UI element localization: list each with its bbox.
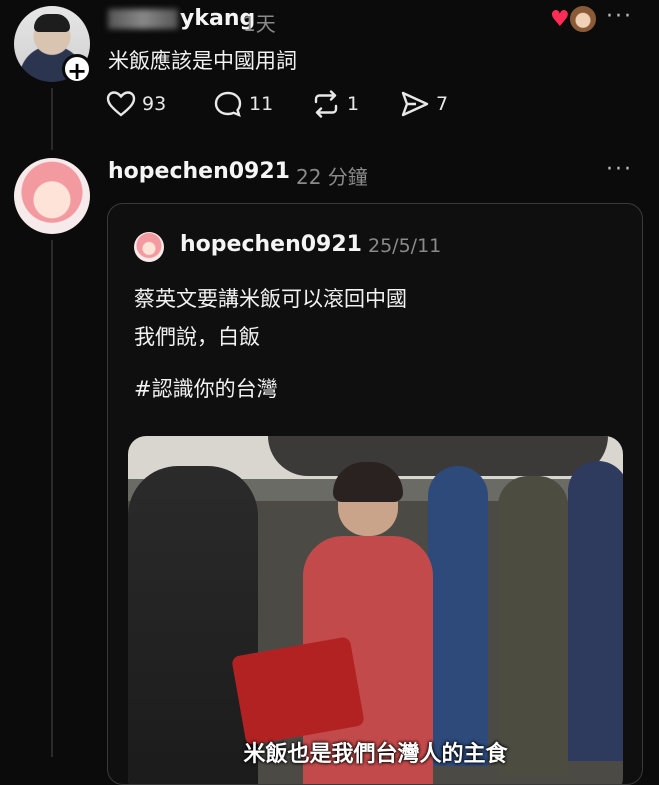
person-hair xyxy=(333,462,403,502)
post-text: 米飯應該是中國用詞 xyxy=(108,49,297,73)
share-button[interactable]: 7 xyxy=(400,90,448,118)
repost-count: 1 xyxy=(347,93,360,115)
like-button[interactable]: 93 xyxy=(106,90,166,118)
photo-bystander xyxy=(428,466,488,766)
thread-line xyxy=(51,88,53,150)
more-options-icon[interactable]: ··· xyxy=(606,4,633,29)
thread-line xyxy=(51,240,53,757)
repost-button[interactable]: 1 xyxy=(311,90,359,118)
share-count: 7 xyxy=(436,93,449,115)
reaction-indicator: ♥ xyxy=(550,3,598,34)
heart-icon xyxy=(106,91,136,117)
quoted-post-card[interactable]: hopechen0921 25/5/11 蔡英文要講米飯可以滾回中國 我們說，白… xyxy=(107,203,643,785)
comment-bubble-icon xyxy=(214,91,242,118)
quoted-text-line: 我們說，白飯 xyxy=(134,325,260,349)
quoted-photo[interactable]: 米飯也是我們台灣人的主食 xyxy=(128,436,623,784)
quoted-username: hopechen0921 xyxy=(180,232,362,257)
photo-caption: 米飯也是我們台灣人的主食 xyxy=(243,742,508,767)
comment-count: 11 xyxy=(249,93,274,115)
quoted-text-line: 蔡英文要講米飯可以滾回中國 xyxy=(134,287,407,311)
avatar[interactable] xyxy=(14,158,90,234)
like-count: 93 xyxy=(142,93,167,115)
blurred-name-prefix xyxy=(108,9,178,29)
username[interactable]: ykang xyxy=(108,6,255,31)
timestamp: 22 分鐘 xyxy=(296,165,368,189)
username[interactable]: hopechen0921 xyxy=(108,159,290,184)
quoted-avatar xyxy=(134,232,164,262)
quoted-hashtag[interactable]: #認識你的台灣 xyxy=(134,373,278,403)
send-icon xyxy=(401,91,429,117)
reactor-avatar xyxy=(568,4,598,34)
photo-bystander xyxy=(498,476,568,776)
timestamp: 1天 xyxy=(243,12,276,36)
repost-icon xyxy=(314,90,338,118)
comment-button[interactable]: 11 xyxy=(213,90,273,118)
more-options-icon[interactable]: ··· xyxy=(606,157,633,182)
follow-plus-icon[interactable]: + xyxy=(62,54,92,85)
photo-bystander xyxy=(568,461,623,761)
quoted-timestamp: 25/5/11 xyxy=(368,235,442,257)
